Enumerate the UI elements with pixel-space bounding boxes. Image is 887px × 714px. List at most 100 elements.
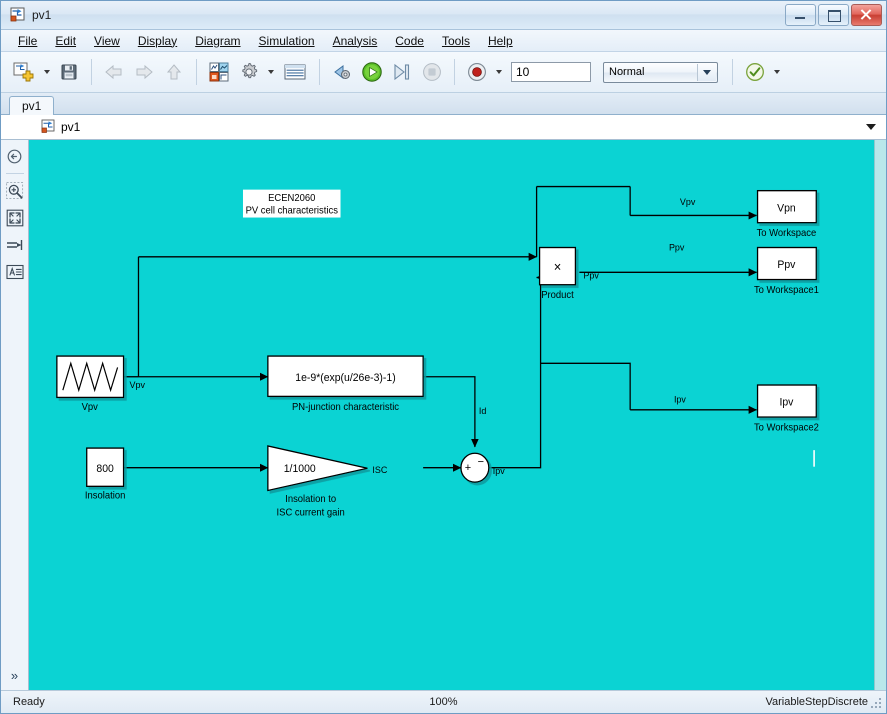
block-insolation[interactable]: 800 Insolation [85,447,125,502]
close-button[interactable] [851,4,882,26]
block-to-workspace-ipv-varname: Ipv [779,397,794,409]
menu-view-label: View [94,33,120,48]
toolbar-separator-5 [732,59,733,85]
step-forward-icon[interactable] [388,57,416,87]
forward-arrow-icon[interactable] [130,57,158,87]
model-canvas[interactable]: ECEN2060 PV cell characteristics Vpv 800… [29,140,874,690]
text-cursor [813,450,815,467]
canvas-toolbar: » [1,140,29,690]
navigate-back-icon[interactable] [3,143,27,169]
block-sum-plus-sign: + [465,462,471,474]
block-vpv-source[interactable]: Vpv [56,355,125,413]
menu-tools[interactable]: Tools [433,32,479,50]
model-advisor-check-icon[interactable] [741,57,769,87]
block-vpv-source-label: Vpv [82,402,98,413]
menu-analysis-label: Analysis [332,33,378,48]
data-inspector-record-icon[interactable] [463,57,491,87]
up-arrow-icon[interactable] [160,57,188,87]
signal-label-ppv-out: Ppv [583,270,599,280]
menu-diagram[interactable]: Diagram [186,32,249,50]
annotation-line-2: PV cell characteristics [246,205,339,216]
block-insolation-label: Insolation [85,491,125,502]
signal-label-vpv-source: Vpv [130,380,146,390]
zoom-level: 100% [429,696,458,708]
block-isc-gain-label-2: ISC current gain [277,507,345,518]
chevron-down-icon[interactable] [866,124,876,130]
library-browser-icon[interactable] [205,57,233,87]
simulink-model-icon [41,119,57,135]
build-model-icon[interactable] [328,57,356,87]
minimize-button[interactable] [785,4,816,26]
block-to-workspace-ppv-label: To Workspace1 [754,285,819,296]
new-model-dropdown-icon[interactable] [41,58,53,86]
block-to-workspace-vpn[interactable]: Vpn To Workspace [757,189,817,240]
menu-edit[interactable]: Edit [46,32,85,50]
block-diagram[interactable]: ECEN2060 PV cell characteristics Vpv 800… [29,140,874,690]
chevron-double-right-icon[interactable]: » [4,664,26,686]
menu-file-label: File [18,33,38,48]
block-product-label: Product [541,290,574,301]
block-product[interactable]: × Product [538,246,577,302]
fit-to-view-icon[interactable] [3,205,27,231]
window-title: pv1 [32,8,52,22]
menu-edit-label: Edit [55,33,77,48]
status-bar: Ready 100% VariableStepDiscrete [1,690,886,713]
block-sum[interactable]: + − [460,452,490,483]
annotation-icon[interactable] [3,259,27,285]
block-isc-gain-value: 1/1000 [284,463,316,475]
menu-display-label: Display [137,33,178,48]
menu-code[interactable]: Code [386,32,433,50]
block-pn-junction-expression: 1e-9*(exp(u/26e-3)-1) [295,372,395,384]
tab-pv1[interactable]: pv1 [9,96,55,115]
new-model-icon[interactable] [7,57,39,87]
menu-code-label: Code [395,33,424,48]
menu-simulation-label: Simulation [258,33,315,48]
zoom-icon[interactable] [3,178,27,204]
body-area: » ECEN2060 PV cell characteristics Vpv 8… [1,140,886,690]
block-sum-minus-sign: − [478,456,484,468]
annotation-box[interactable]: ECEN2060 PV cell characteristics [242,189,341,218]
menu-help[interactable]: Help [479,32,522,50]
block-pn-junction[interactable]: 1e-9*(exp(u/26e-3)-1) PN-junction charac… [267,355,424,413]
toolbar-separator-1 [91,59,92,85]
block-to-workspace-ppv[interactable]: Ppv To Workspace1 [754,246,819,297]
menu-tools-label: Tools [441,33,470,48]
window-controls [785,4,882,26]
canvas-vertical-scrollbar[interactable] [874,140,886,690]
signal-label-ipv-out: Ipv [674,394,686,404]
model-advisor-dropdown-icon[interactable] [771,58,783,86]
block-to-workspace-ipv[interactable]: Ipv To Workspace2 [754,384,819,434]
menu-view[interactable]: View [85,32,129,50]
model-explorer-icon[interactable] [279,57,311,87]
block-to-workspace-ipv-label: To Workspace2 [754,422,819,433]
signal-label-isc: ISC [372,465,387,475]
model-configuration-gear-icon[interactable] [235,57,263,87]
model-configuration-dropdown-icon[interactable] [265,58,277,86]
menu-bar: File Edit View Display Diagram Simulatio… [1,30,886,52]
save-icon[interactable] [55,57,83,87]
menu-analysis[interactable]: Analysis [324,32,387,50]
chevron-down-icon [697,63,716,81]
signal-label-vpv-top: Vpv [680,197,696,207]
wire-ipv-branch-down [540,362,631,410]
block-product-symbol: × [554,259,562,274]
menu-file[interactable]: File [9,32,46,50]
menu-display[interactable]: Display [129,32,186,50]
simulation-mode-select[interactable]: Normal [603,61,718,83]
signal-label-id: Id [479,406,486,416]
resize-grip-icon[interactable] [871,698,883,710]
maximize-button[interactable] [818,4,849,26]
block-isc-gain[interactable]: 1/1000 Insolation to ISC current gain [267,445,368,518]
stop-icon[interactable] [418,57,446,87]
data-inspector-dropdown-icon[interactable] [493,58,505,86]
stop-time-input[interactable] [511,62,591,82]
menu-diagram-label: Diagram [195,33,241,48]
menu-simulation[interactable]: Simulation [250,32,324,50]
run-icon[interactable] [358,57,386,87]
toolbar-separator-3 [319,59,320,85]
block-insolation-value: 800 [96,463,113,475]
signal-icon[interactable] [3,232,27,258]
back-arrow-icon[interactable] [100,57,128,87]
wire-id [423,376,479,448]
breadcrumb-path[interactable]: pv1 [61,120,80,134]
